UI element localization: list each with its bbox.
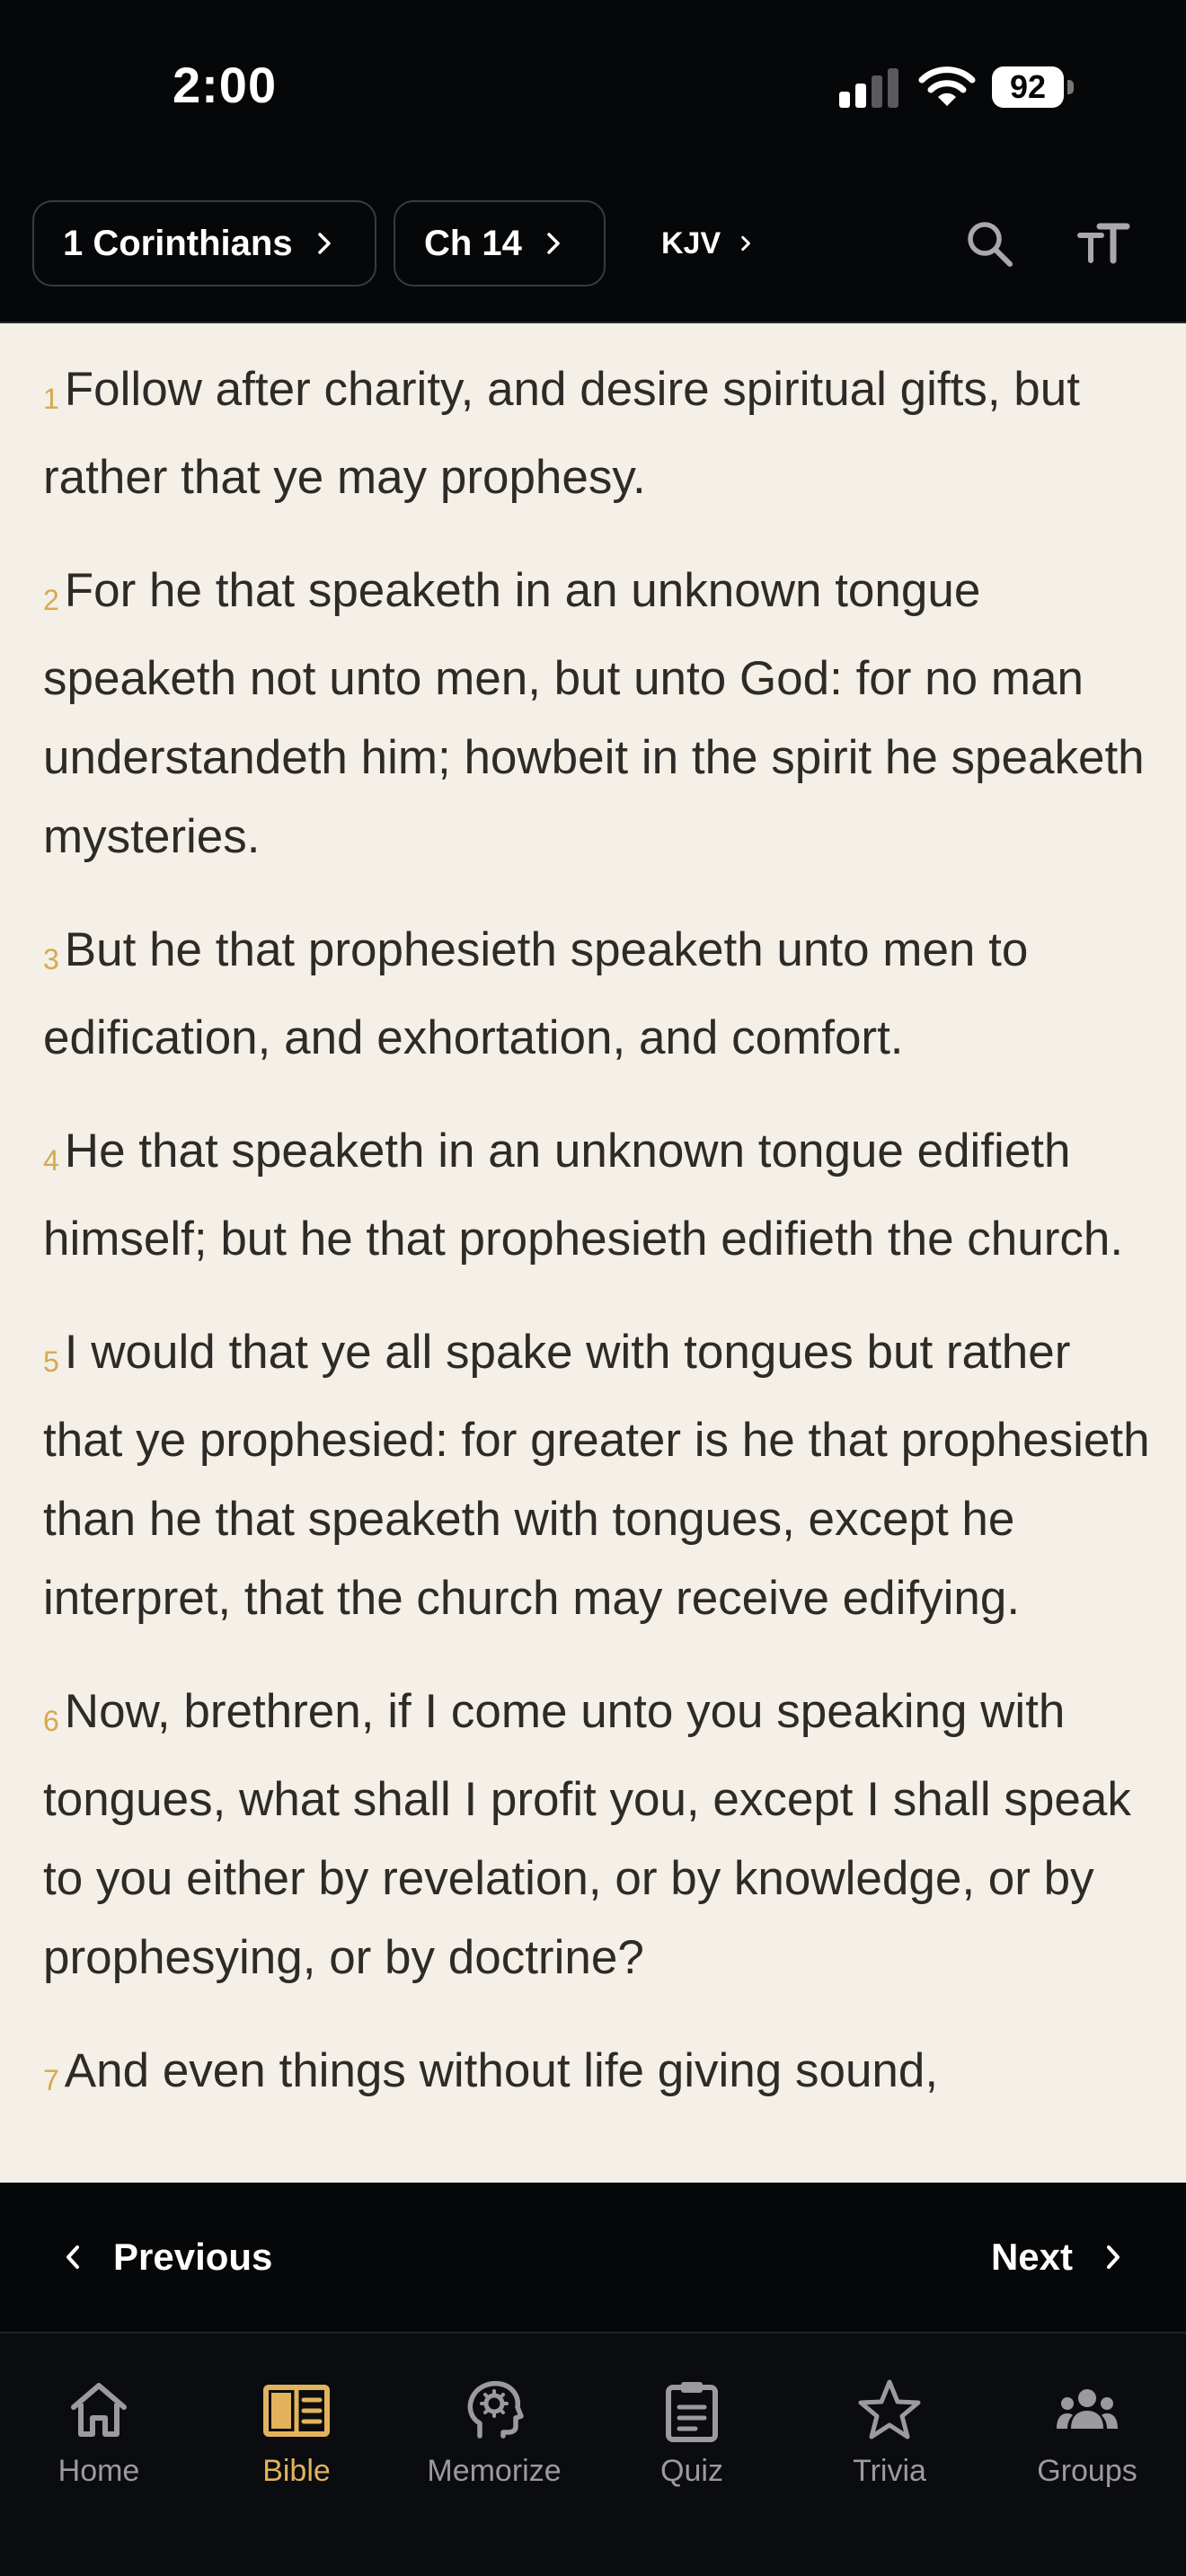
scripture-content[interactable]: 1 Follow after charity, and desire spirit… [0,323,1186,2183]
verse-text: Now, brethren, if I come unto you speaki… [43,1685,1131,1984]
star-icon [858,2379,921,2439]
tab-quiz-label: Quiz [660,2454,723,2488]
version-selector-button[interactable]: KJV [633,200,758,287]
verse-text: For he that speaketh in an unknown tongu… [43,564,1145,863]
verse-number: 4 [43,1144,59,1177]
wifi-icon [918,66,976,106]
bottom-tab-bar: Home Bible Memorize Quiz Trivia Groups [0,2333,1186,2576]
tab-trivia[interactable]: Trivia [791,2377,988,2489]
verse-text: But he that prophesieth speaketh unto me… [43,923,1029,1064]
tab-quiz[interactable]: Quiz [593,2377,791,2489]
clipboard-icon [666,2382,718,2442]
tab-bible-label: Bible [262,2454,331,2488]
chevron-right-icon [317,233,331,254]
verse-text: I would that ye all spake with tongues b… [43,1326,1150,1625]
search-icon[interactable] [963,217,1017,271]
verse[interactable]: 6 Now, brethren, if I come unto you speak… [43,1672,1154,1998]
verse[interactable]: 1 Follow after charity, and desire spirit… [43,350,1154,517]
verse-text: And even things without life giving soun… [64,2044,939,2097]
tab-groups[interactable]: Groups [988,2377,1186,2489]
verse-text: He that speaketh in an unknown tongue ed… [43,1125,1124,1266]
verse-number: 2 [43,584,59,616]
chevron-left-icon [66,2245,79,2269]
previous-chapter-button[interactable]: Previous [63,2226,272,2289]
status-time: 2:00 [173,57,278,113]
battery-tip [1067,80,1074,94]
book-icon [263,2385,330,2437]
chevron-right-icon [1107,2245,1120,2269]
people-icon [1057,2389,1118,2429]
verse-list: 1 Follow after charity, and desire spirit… [0,323,1186,2120]
tab-groups-label: Groups [1037,2454,1137,2488]
book-label: 1 Corinthians [63,223,293,263]
text-size-icon[interactable] [1076,217,1130,271]
cellular-signal-icon [839,68,898,108]
verse-number: 3 [43,943,59,975]
tab-home-label: Home [58,2454,140,2488]
battery-level: 92 [992,66,1064,108]
verse-number: 5 [43,1345,59,1378]
tab-home[interactable]: Home [0,2377,198,2489]
brain-head-icon [467,2380,524,2439]
verse[interactable]: 4 He that speaketh in an unknown tongue e… [43,1112,1154,1279]
previous-label: Previous [113,2236,273,2278]
tab-memorize[interactable]: Memorize [395,2377,593,2489]
version-label: KJV [661,225,721,260]
bible-reader-screen: 2:00 92 1 Corinthians Ch 14 KJV 1 Follow… [0,0,1186,2576]
next-chapter-button[interactable]: Next [991,2226,1123,2289]
chevron-right-icon [741,235,751,251]
verse[interactable]: 5I would that ye all spake with tongues … [43,1313,1154,1638]
next-label: Next [990,2236,1073,2278]
verse-number: 1 [43,383,59,415]
chapter-pager: Previous Next [0,2183,1186,2333]
verse[interactable]: 7 And even things without life giving sou… [43,2032,1154,2120]
reader-toolbar: 1 Corinthians Ch 14 KJV [0,171,1186,323]
verse[interactable]: 3 But he that prophesieth speaketh unto m… [43,911,1154,1078]
verse-text: Follow after charity, and desire spiritu… [43,363,1080,504]
chapter-selector-button[interactable]: Ch 14 [394,200,606,287]
verse-number: 7 [43,2064,59,2096]
tab-bible[interactable]: Bible [198,2377,395,2489]
book-selector-button[interactable]: 1 Corinthians [32,200,376,287]
battery-indicator: 92 [992,66,1075,108]
chapter-label: Ch 14 [424,223,522,263]
tab-trivia-label: Trivia [853,2454,926,2488]
home-icon [71,2383,127,2437]
verse-number: 6 [43,1705,59,1737]
status-bar: 2:00 92 [0,0,1186,171]
tab-memorize-label: Memorize [427,2454,562,2488]
verse[interactable]: 2 For he that speaketh in an unknown tong… [43,551,1154,877]
chevron-right-icon [547,233,560,254]
